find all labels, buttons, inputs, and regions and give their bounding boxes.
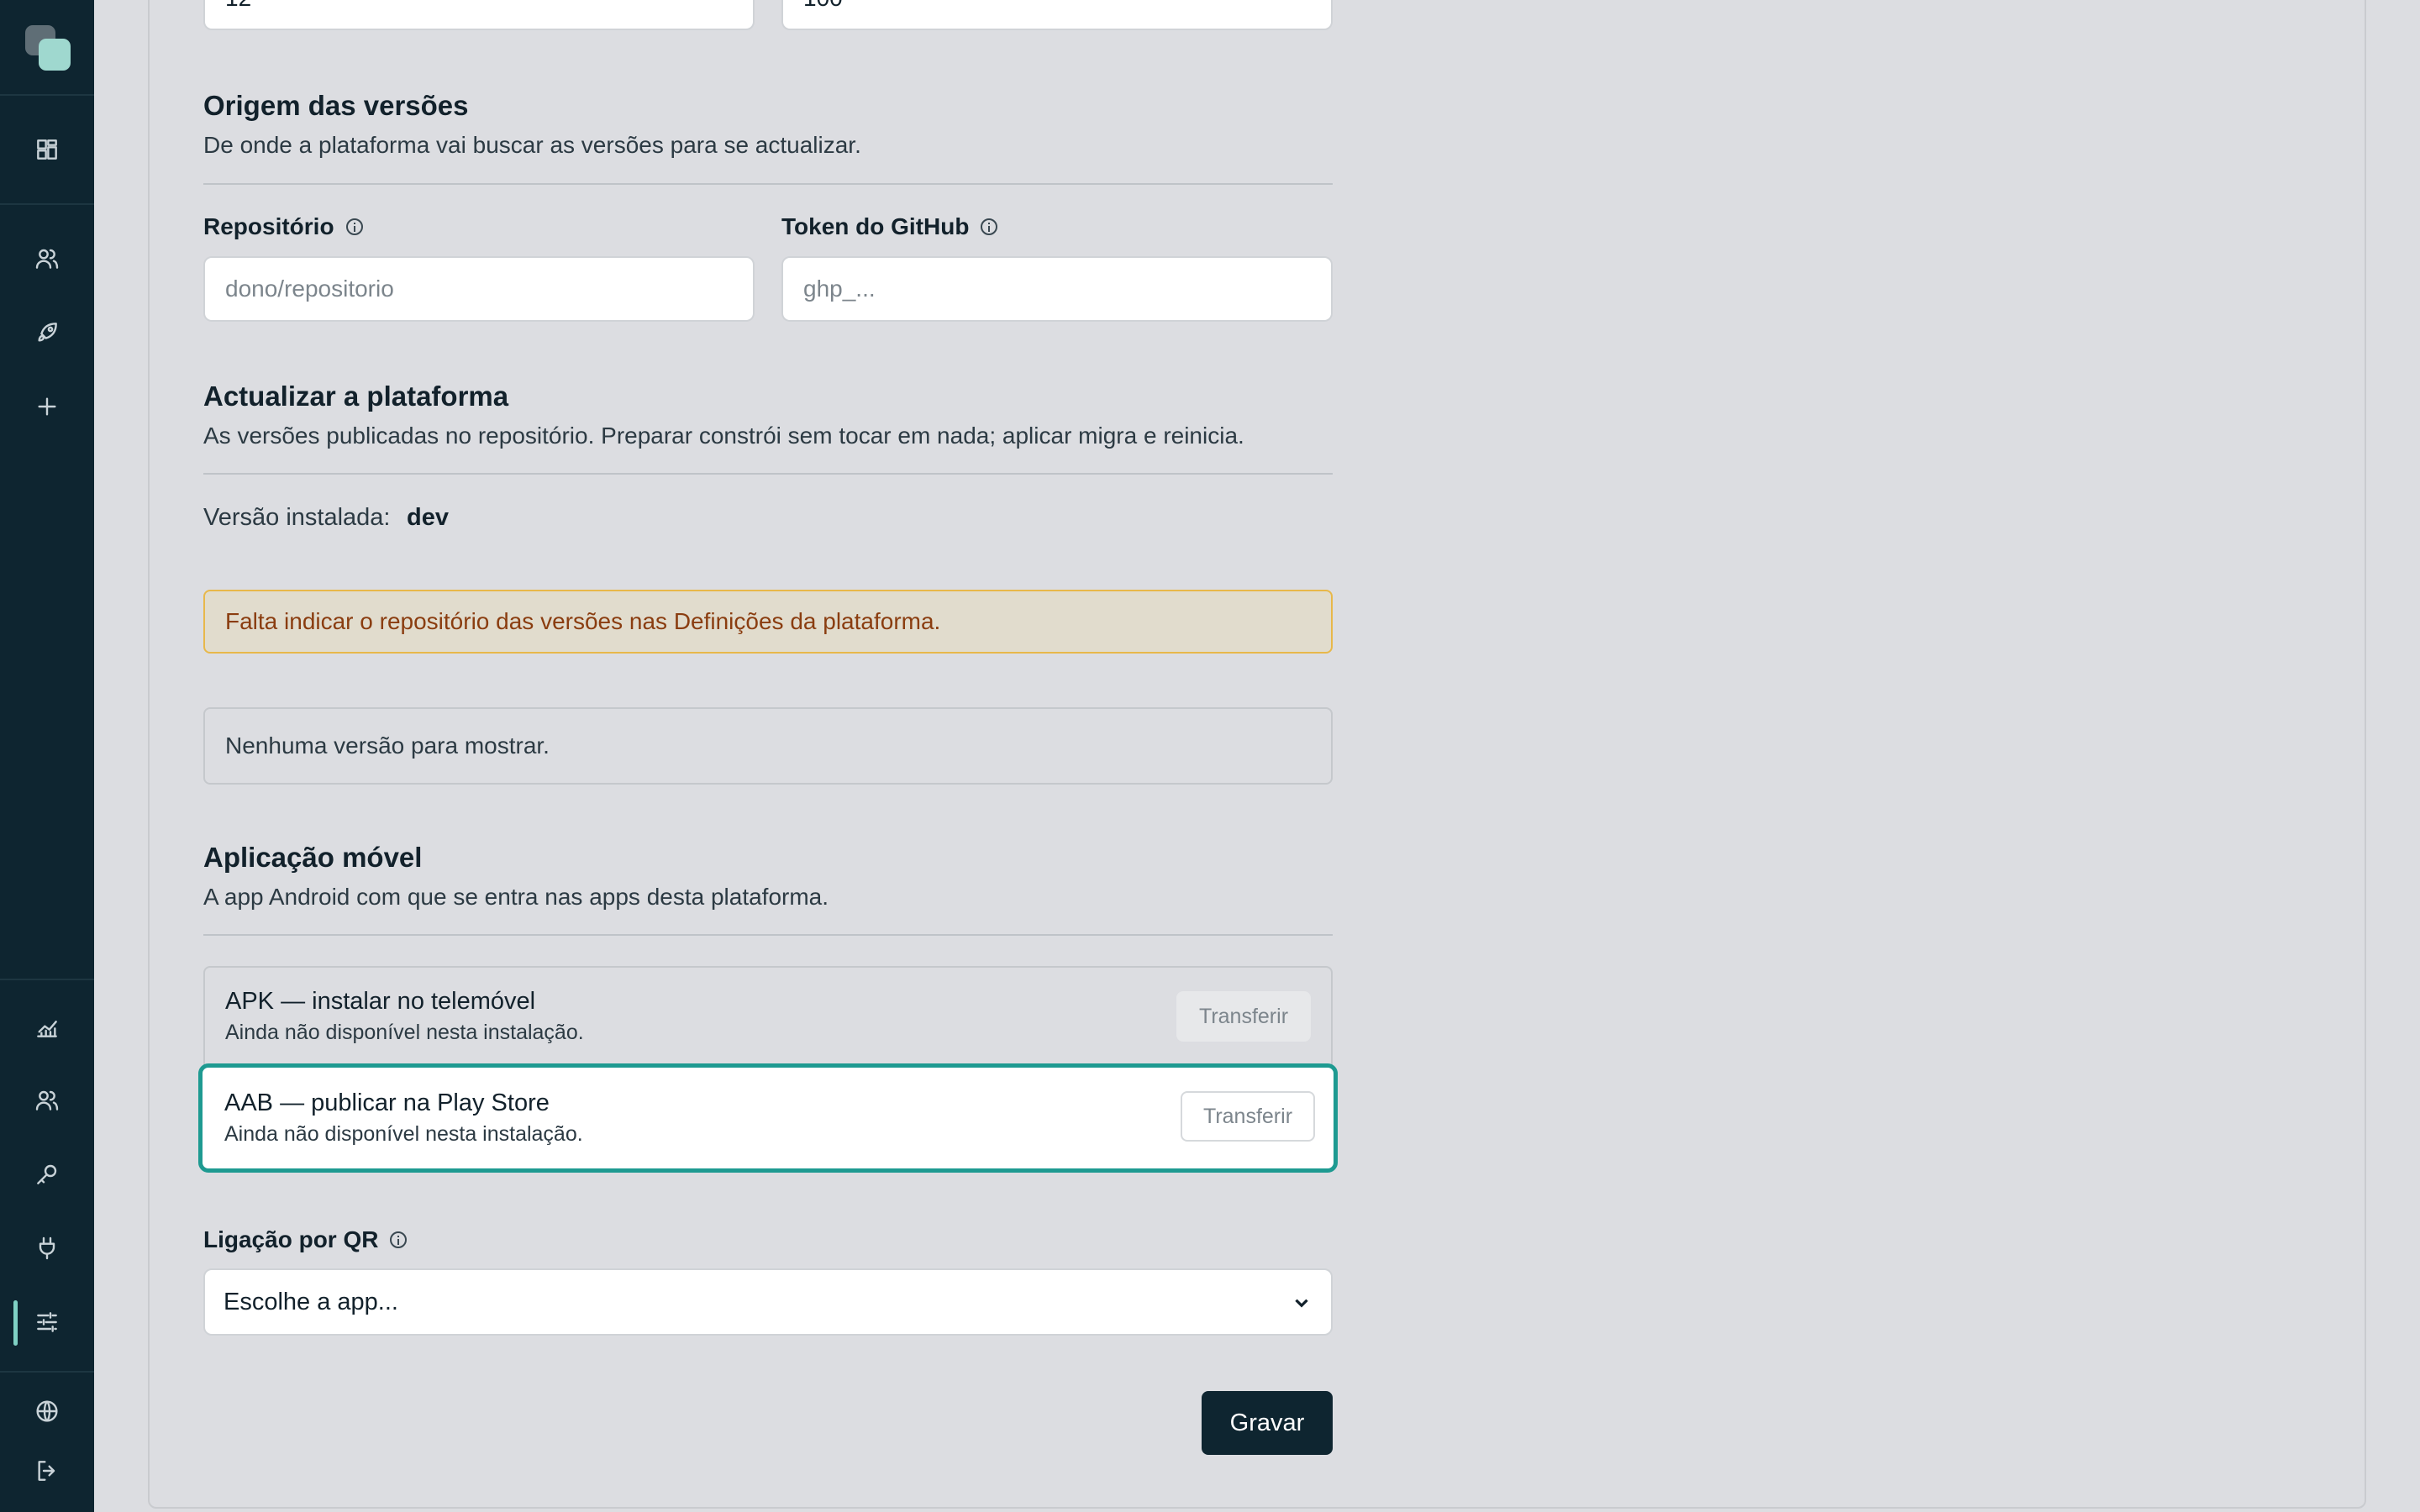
token-input-placeholder: ghp_... (803, 276, 876, 302)
repo-label-text: Repositório (203, 213, 334, 239)
qr-app-select[interactable]: Escolhe a app... (203, 1268, 1333, 1336)
token-input[interactable]: ghp_... (781, 256, 1333, 322)
info-icon[interactable] (345, 218, 363, 235)
rocket-icon[interactable] (24, 309, 71, 356)
installed-version-label: Versão instalada: (203, 504, 391, 531)
section-title-actualizar: Actualizar a plataforma (203, 381, 509, 412)
qr-label: Ligação por QR (203, 1226, 408, 1253)
warning-alert: Falta indicar o repositório das versões … (203, 590, 1333, 654)
apk-download-row: APK — instalar no telemóvel Ainda não di… (203, 966, 1333, 1065)
apk-title: APK — instalar no telemóvel (225, 988, 536, 1015)
aab-subtitle: Ainda não disponível nesta instalação. (224, 1122, 583, 1146)
sidebar-divider (0, 1371, 94, 1373)
top-left-input-value: 12 (225, 0, 251, 12)
qr-app-select-value: Escolhe a app... (224, 1288, 398, 1315)
analytics-icon[interactable] (24, 1004, 71, 1051)
chevron-down-icon (1291, 1292, 1313, 1314)
section-desc-actualizar: As versões publicadas no repositório. Pr… (203, 423, 1244, 449)
qr-label-text: Ligação por QR (203, 1226, 379, 1252)
section-divider (203, 473, 1333, 475)
section-title-mobile: Aplicação móvel (203, 842, 423, 873)
sidebar-divider (0, 979, 94, 980)
users-icon[interactable] (24, 235, 71, 282)
info-icon[interactable] (390, 1231, 408, 1248)
apk-transfer-button[interactable]: Transferir (1176, 991, 1311, 1042)
aab-title: AAB — publicar na Play Store (224, 1089, 550, 1116)
aab-download-row: AAB — publicar na Play Store Ainda não d… (198, 1063, 1338, 1173)
apk-subtitle: Ainda não disponível nesta instalação. (225, 1021, 584, 1044)
top-left-input[interactable]: 12 (203, 0, 755, 30)
section-title-origem: Origem das versões (203, 90, 469, 121)
globe-icon[interactable] (24, 1388, 71, 1435)
aab-transfer-button[interactable]: Transferir (1181, 1091, 1315, 1142)
logout-icon[interactable] (24, 1447, 71, 1494)
empty-versions-message: Nenhuma versão para mostrar. (203, 707, 1333, 785)
repo-input[interactable]: dono/repositorio (203, 256, 755, 322)
app-logo[interactable] (25, 25, 71, 71)
plug-icon[interactable] (24, 1225, 71, 1272)
top-right-input-value: 100 (803, 0, 843, 12)
sidebar (0, 0, 94, 1512)
section-divider (203, 183, 1333, 185)
key-icon[interactable] (24, 1151, 71, 1198)
plus-icon[interactable] (24, 383, 71, 430)
installed-version-value: dev (407, 504, 449, 531)
info-icon[interactable] (981, 218, 998, 235)
token-label: Token do GitHub (781, 213, 998, 240)
section-divider (203, 934, 1333, 936)
save-button[interactable]: Gravar (1202, 1391, 1333, 1455)
settings-sliders-icon[interactable] (24, 1299, 71, 1346)
active-indicator (13, 1300, 18, 1346)
sidebar-divider (0, 203, 94, 205)
dashboard-icon[interactable] (24, 126, 71, 173)
team-icon[interactable] (24, 1077, 71, 1124)
token-label-text: Token do GitHub (781, 213, 970, 239)
sidebar-divider (0, 94, 94, 96)
top-right-input[interactable]: 100 (781, 0, 1333, 30)
section-desc-mobile: A app Android com que se entra nas apps … (203, 884, 829, 910)
repo-label: Repositório (203, 213, 363, 240)
repo-input-placeholder: dono/repositorio (225, 276, 394, 302)
section-desc-origem: De onde a plataforma vai buscar as versõ… (203, 132, 861, 158)
